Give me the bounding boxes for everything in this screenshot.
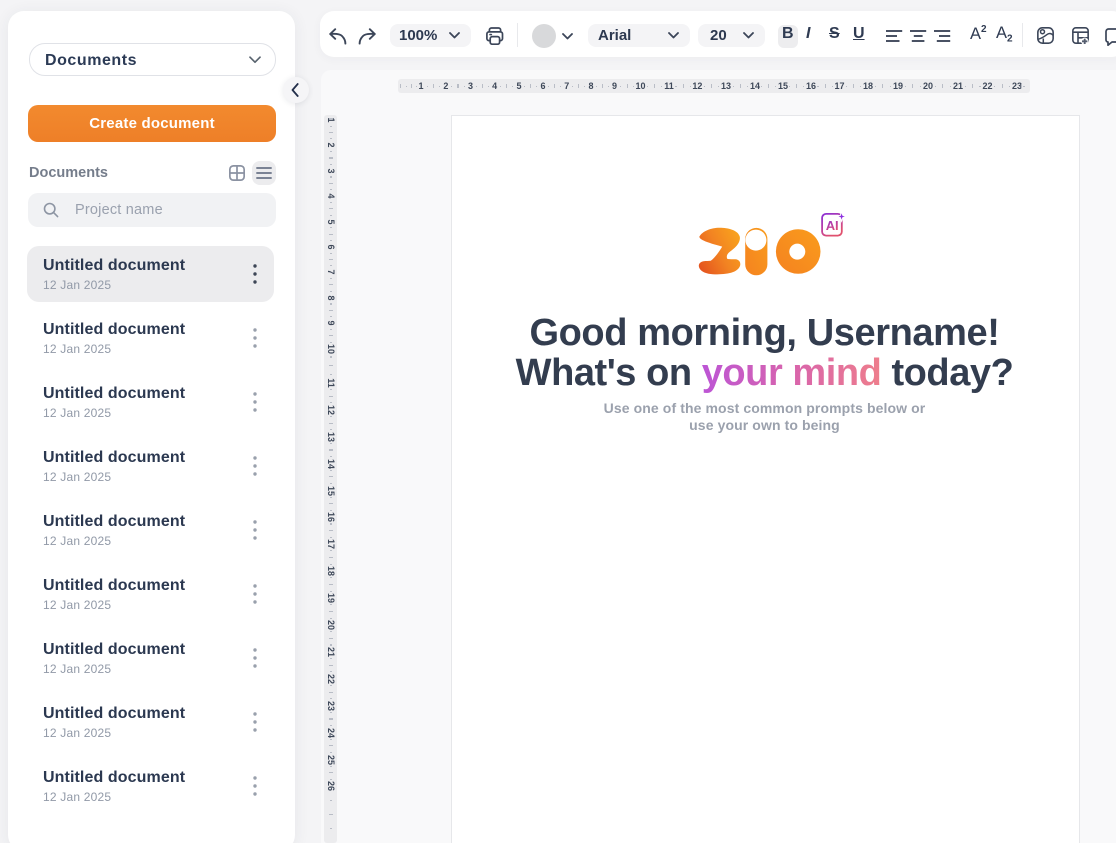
svg-text:AI: AI	[826, 218, 839, 233]
